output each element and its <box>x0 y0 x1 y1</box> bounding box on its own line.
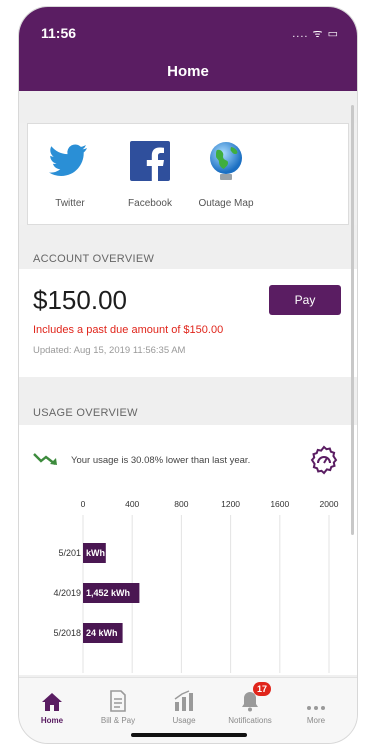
account-overview-card: $150.00 Pay Includes a past due amount o… <box>19 269 357 377</box>
y-category-label: 5/201 <box>58 548 81 558</box>
scrollbar[interactable] <box>351 105 354 535</box>
x-tick-label: 400 <box>125 499 139 509</box>
updated-timestamp: Updated: Aug 15, 2019 11:56:35 AM <box>33 345 186 356</box>
top-spacer <box>19 91 357 123</box>
account-overview-heading: ACCOUNT OVERVIEW <box>33 253 155 265</box>
x-tick-label: 1600 <box>270 499 289 509</box>
pay-button[interactable]: Pay <box>269 285 341 315</box>
bottom-nav: Home Bill & Pay Usage 17 Notifications M… <box>19 677 357 743</box>
bill-icon <box>110 690 126 712</box>
status-indicators-icon: .... ᯤ ▭ <box>292 28 339 40</box>
home-indicator[interactable] <box>131 733 247 737</box>
app-header: 11:56 .... ᯤ ▭ Home <box>19 7 357 91</box>
home-icon <box>42 693 62 711</box>
facebook-label: Facebook <box>128 198 172 209</box>
nav-label-notifications: Notifications <box>228 716 272 725</box>
quick-links-card: Twitter Facebook Outage Map <box>27 123 349 225</box>
facebook-link[interactable]: Facebook <box>110 138 190 209</box>
past-due-notice: Includes a past due amount of $150.00 <box>33 324 224 336</box>
nav-label-more: More <box>306 716 326 725</box>
nav-label-bill-pay: Bill & Pay <box>100 716 136 725</box>
y-category-label: 4/2019 <box>53 588 81 598</box>
x-tick-label: 1200 <box>221 499 240 509</box>
twitter-link[interactable]: Twitter <box>30 138 110 209</box>
account-section-header: ACCOUNT OVERVIEW <box>19 225 357 269</box>
balance-amount: $150.00 <box>33 285 127 315</box>
nav-label-home: Home <box>40 716 64 725</box>
page-title: Home <box>167 63 209 80</box>
nav-item-notifications[interactable]: 17 Notifications <box>217 682 283 725</box>
y-category-label: 5/2018 <box>53 628 81 638</box>
usage-overview-heading: USAGE OVERVIEW <box>33 407 138 419</box>
bar-value-label: 1,452 kWh <box>86 588 130 598</box>
bar-value-label: 24 kWh <box>86 628 118 638</box>
facebook-icon <box>130 141 170 184</box>
x-tick-label: 0 <box>81 499 86 509</box>
usage-icon <box>174 690 193 711</box>
gauge-gear-icon[interactable] <box>309 445 339 475</box>
nav-item-home[interactable]: Home <box>19 686 85 725</box>
twitter-icon <box>49 144 87 177</box>
status-time: 11:56 <box>41 25 77 41</box>
nav-item-usage[interactable]: Usage <box>151 686 217 725</box>
nav-item-bill-pay[interactable]: Bill & Pay <box>85 686 151 725</box>
nav-label-usage: Usage <box>172 716 196 725</box>
x-tick-label: 2000 <box>320 499 339 509</box>
usage-summary-text: Your usage is 30.08% lower than last yea… <box>71 455 251 466</box>
usage-bar-chart: 0 400 800 1200 1600 2000 5/201 kWh 4/2019 1,452 k… <box>53 499 339 673</box>
phone-screen: 11:56 .... ᯤ ▭ Home Twitter Facebook Out… <box>18 6 358 744</box>
globe-icon <box>210 142 242 180</box>
more-icon <box>307 706 325 710</box>
nav-item-more[interactable]: More <box>283 686 349 725</box>
x-tick-label: 800 <box>174 499 188 509</box>
outage-map-link[interactable]: Outage Map <box>186 138 266 209</box>
twitter-label: Twitter <box>55 198 85 209</box>
outage-map-label: Outage Map <box>198 198 254 209</box>
bar-value-label: kWh <box>86 548 105 558</box>
usage-section-header: USAGE OVERVIEW <box>19 377 357 425</box>
notification-badge: 17 <box>253 682 272 696</box>
trend-down-icon <box>33 453 57 465</box>
